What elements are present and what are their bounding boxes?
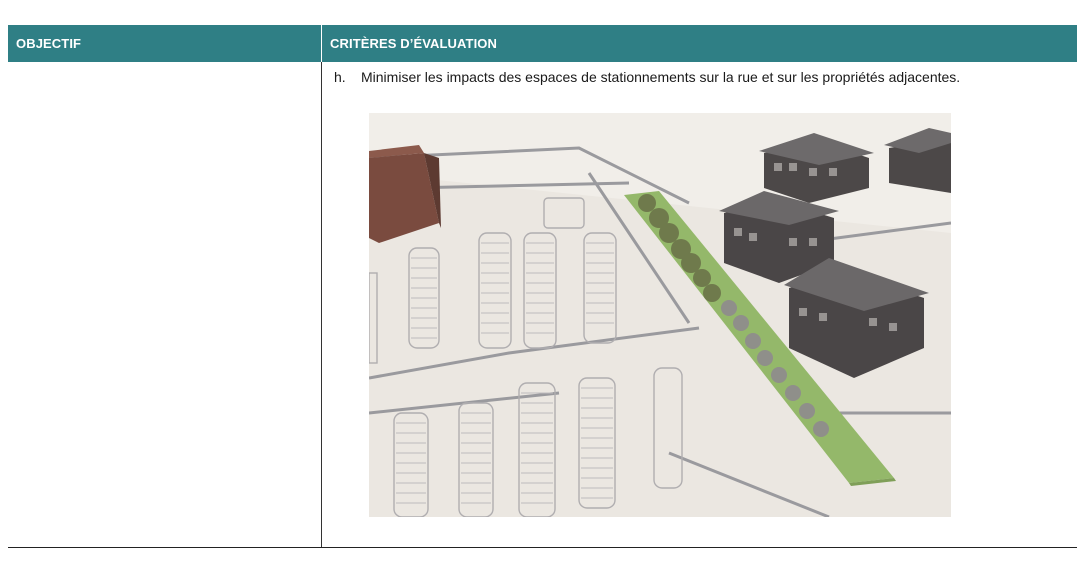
table-header-row: OBJECTIF CRITÈRES D’ÉVALUATION [8,25,1077,62]
criterion-item: h. Minimiser les impacts des espaces de … [334,70,1057,85]
criteria-table: OBJECTIF CRITÈRES D’ÉVALUATION h. Minimi… [8,25,1077,548]
item-text: Minimiser les impacts des espaces de sta… [361,69,961,85]
header-objectif: OBJECTIF [16,36,82,51]
parking-illustration-svg [369,113,951,517]
objectif-cell [8,62,322,547]
table-row: h. Minimiser les impacts des espaces de … [8,62,1077,548]
header-criteres: CRITÈRES D’ÉVALUATION [330,36,498,51]
criteres-cell: h. Minimiser les impacts des espaces de … [322,62,1077,547]
item-marker: h. [334,69,346,85]
parking-buffer-illustration [369,113,951,517]
